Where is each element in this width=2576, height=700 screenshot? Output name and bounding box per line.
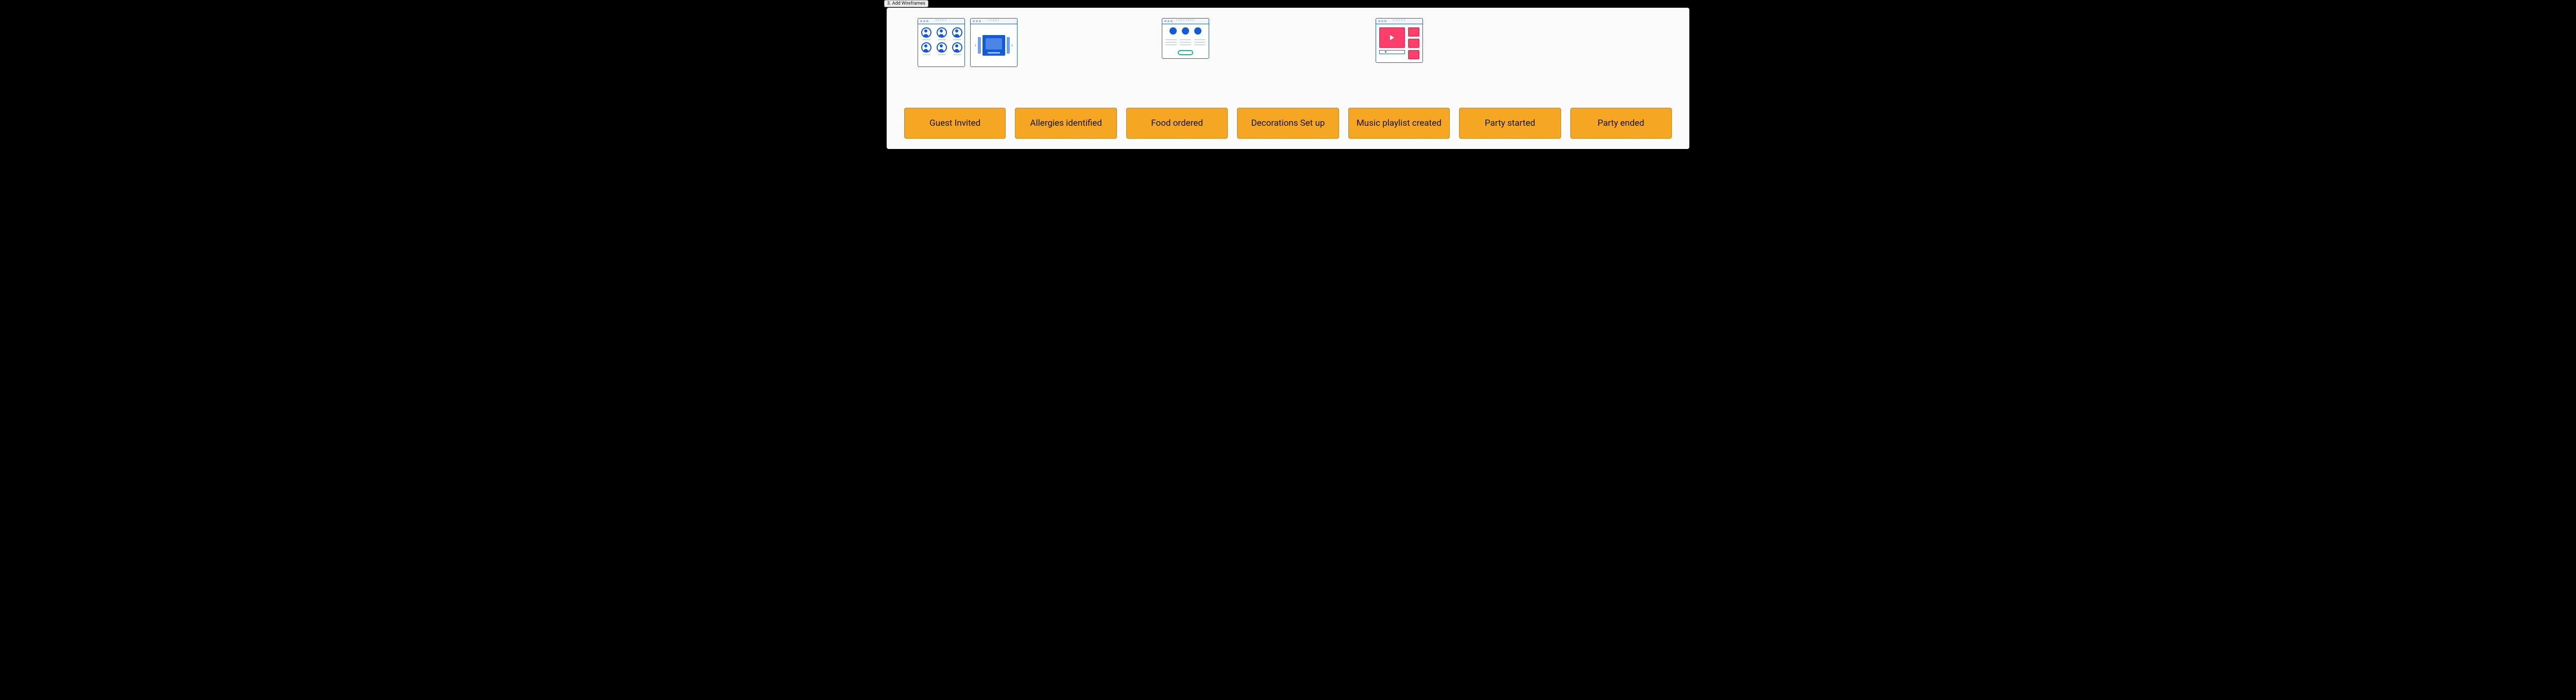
step-decorations-set-up[interactable]: Decorations Set up bbox=[1237, 108, 1338, 139]
user-avatar-icon bbox=[952, 42, 962, 53]
video-thumb-icon bbox=[1408, 50, 1419, 59]
step-allergies-identified[interactable]: Allergies identified bbox=[1015, 108, 1116, 139]
wireframe-videos[interactable]: VIDEOS bbox=[1376, 18, 1423, 63]
cta-pill-icon bbox=[1178, 50, 1193, 55]
step-food-ordered[interactable]: Food ordered bbox=[1126, 108, 1228, 139]
feature-dot-icon bbox=[1170, 27, 1177, 35]
user-avatar-icon bbox=[952, 27, 962, 38]
user-avatar-icon bbox=[921, 42, 931, 53]
user-avatar-icon bbox=[937, 42, 947, 53]
canvas: USERS CA bbox=[887, 8, 1689, 149]
wireframe-cards-title: CARDS bbox=[988, 19, 999, 22]
chevron-right-icon: › bbox=[1011, 43, 1013, 48]
wireframe-row: USERS CA bbox=[887, 18, 1689, 75]
step-row: Guest Invited Allergies identified Food … bbox=[904, 108, 1672, 139]
wireframe-users-title: USERS bbox=[936, 19, 947, 22]
progress-track-icon bbox=[1379, 50, 1405, 54]
wireframe-features-title: FEATURES bbox=[1176, 19, 1195, 22]
video-thumb-icon bbox=[1408, 27, 1419, 37]
wireframe-users[interactable]: USERS bbox=[918, 18, 965, 67]
step-music-playlist-created[interactable]: Music playlist created bbox=[1348, 108, 1450, 139]
user-avatar-icon bbox=[921, 27, 931, 38]
cloud-icon bbox=[990, 42, 998, 46]
video-thumb-icon bbox=[1408, 39, 1419, 48]
step-party-started[interactable]: Party started bbox=[1459, 108, 1561, 139]
step-guest-invited[interactable]: Guest Invited bbox=[904, 108, 1006, 139]
video-player-icon bbox=[1379, 27, 1405, 48]
feature-dot-icon bbox=[1194, 27, 1201, 35]
wireframe-videos-title: VIDEOS bbox=[1393, 19, 1406, 22]
wireframe-cards[interactable]: CARDS ‹ › bbox=[970, 18, 1018, 67]
tab-add-wireframes[interactable]: 3. Add Wireframes bbox=[884, 0, 928, 7]
chevron-left-icon: ‹ bbox=[975, 43, 976, 48]
wireframe-features[interactable]: FEATURES bbox=[1162, 18, 1209, 59]
step-party-ended[interactable]: Party ended bbox=[1570, 108, 1672, 139]
feature-dot-icon bbox=[1182, 27, 1189, 35]
user-avatar-icon bbox=[937, 27, 947, 38]
